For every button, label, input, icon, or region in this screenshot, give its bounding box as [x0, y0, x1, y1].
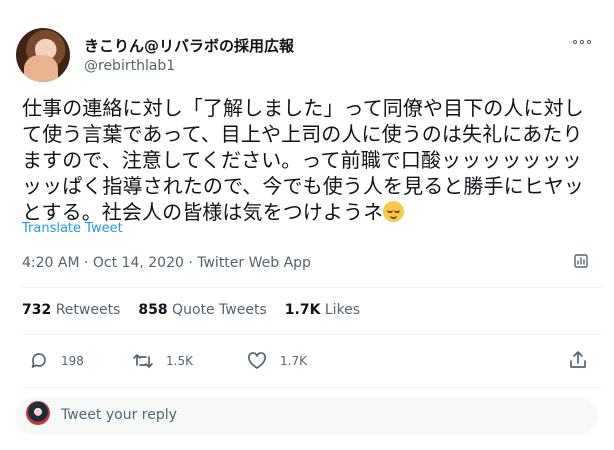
reply-count: 198	[61, 354, 84, 368]
tweet-body-text: 仕事の連絡に対し「了解しました」って同僚や目下の人に対して使う言葉であって、目上…	[22, 96, 584, 224]
tweet-card: きこりん@リバラボの採用広報 @rebirthlab1 仕事の連絡に対し「了解し…	[0, 0, 614, 450]
quote-tweets-count: 858	[138, 302, 168, 318]
retweet-icon	[133, 354, 153, 368]
reply-input[interactable]: Tweet your reply	[61, 407, 177, 423]
likes-stat[interactable]: 1.7K Likes	[285, 302, 360, 318]
like-count: 1.7K	[280, 354, 307, 368]
retweet-action[interactable]: 1.5K	[132, 347, 193, 375]
like-action[interactable]: 1.7K	[246, 347, 307, 375]
tweet-text: 仕事の連絡に対し「了解しました」って同僚や目下の人に対して使う言葉であって、目上…	[22, 95, 600, 225]
relieved-face-icon	[383, 201, 405, 222]
more-icon[interactable]	[573, 40, 591, 46]
reply-icon	[31, 353, 46, 368]
divider	[22, 287, 602, 288]
quote-tweets-label: Quote Tweets	[172, 302, 267, 318]
retweets-count: 732	[22, 302, 52, 318]
tweet-actions: 198 1.5K 1.7K	[22, 347, 594, 375]
reply-box[interactable]: Tweet your reply	[16, 397, 598, 435]
analytics-icon[interactable]	[572, 252, 590, 270]
retweet-count: 1.5K	[166, 354, 193, 368]
retweets-label: Retweets	[55, 302, 121, 318]
share-icon[interactable]	[567, 349, 589, 371]
tweet-timestamp[interactable]: 4:20 AM · Oct 14, 2020 · Twitter Web App	[22, 255, 311, 271]
reply-action[interactable]: 198	[29, 347, 84, 375]
like-icon	[248, 352, 266, 369]
profile-avatar[interactable]	[16, 28, 70, 82]
likes-label: Likes	[324, 302, 361, 318]
translate-tweet-link[interactable]: Translate Tweet	[22, 221, 123, 236]
reply-avatar	[26, 401, 50, 425]
retweets-stat[interactable]: 732 Retweets	[22, 302, 120, 318]
likes-count: 1.7K	[284, 302, 321, 318]
divider	[22, 334, 602, 335]
engagement-stats: 732 Retweets 858 Quote Tweets 1.7K Likes	[22, 302, 360, 318]
user-handle[interactable]: @rebirthlab1	[84, 58, 175, 74]
display-name[interactable]: きこりん@リバラボの採用広報	[84, 35, 294, 56]
divider	[22, 387, 602, 388]
quote-tweets-stat[interactable]: 858 Quote Tweets	[138, 302, 266, 318]
